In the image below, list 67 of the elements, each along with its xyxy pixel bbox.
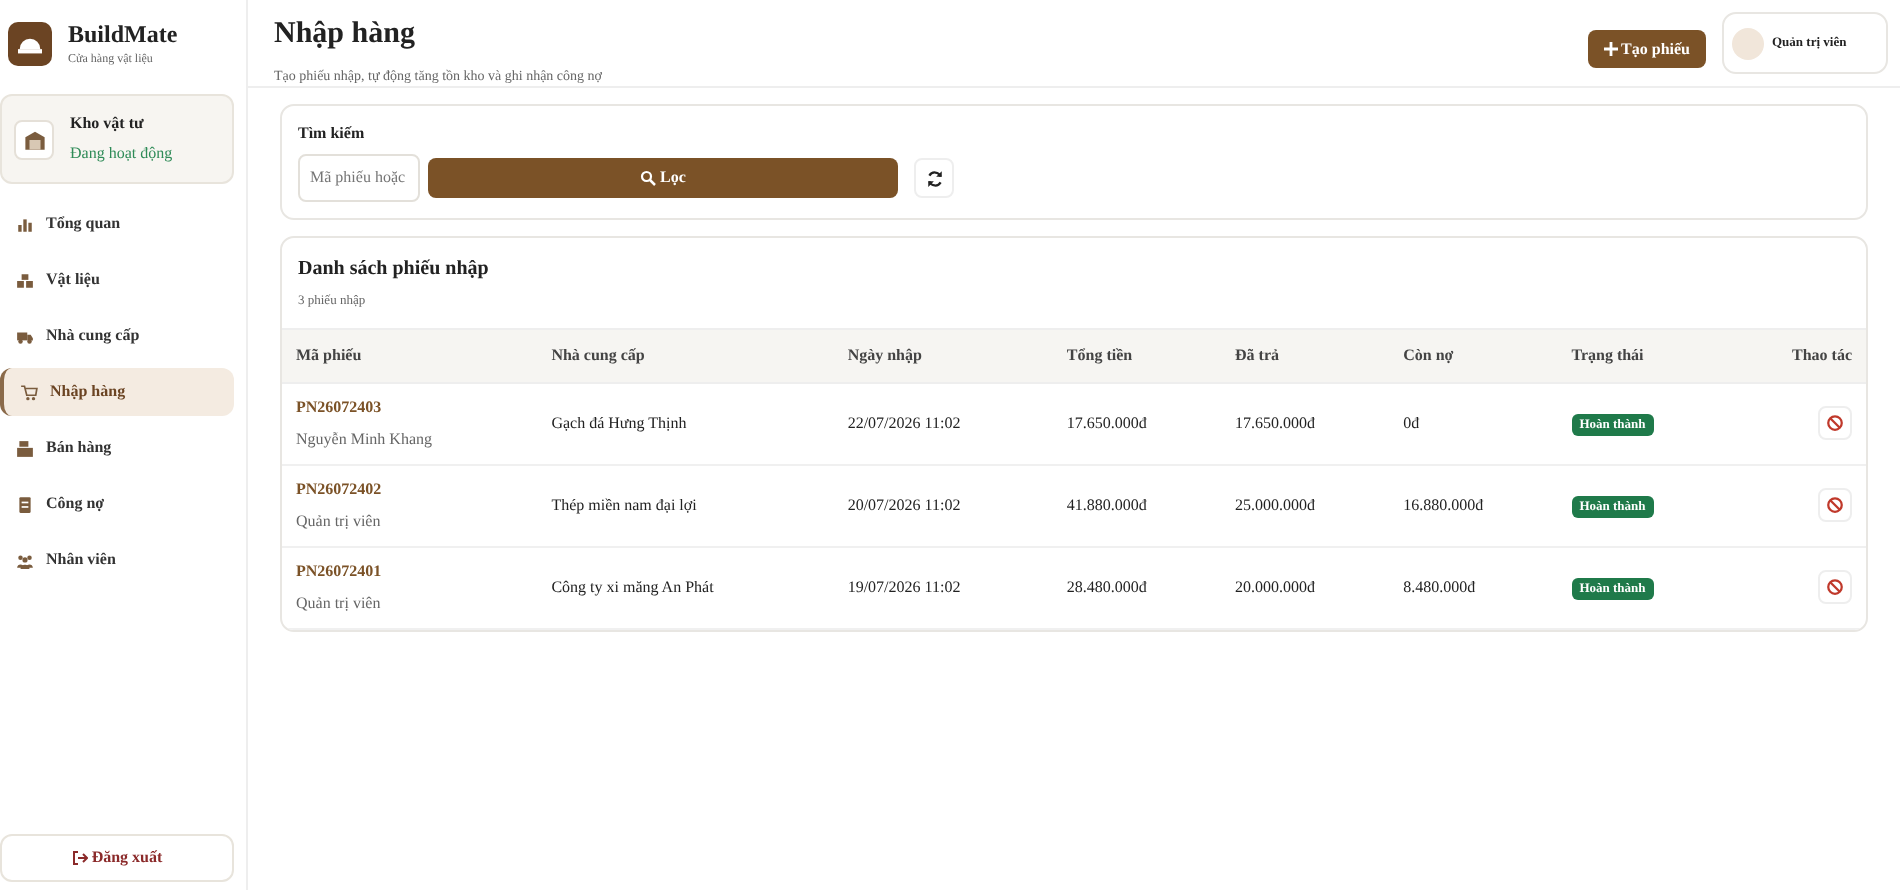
search-field[interactable]: Mã phiếu hoặc <box>298 154 420 202</box>
table-cell: Thép miền nam đại lợi <box>537 464 834 547</box>
cancel-icon <box>1826 414 1844 433</box>
plus-icon <box>1603 42 1618 57</box>
table-cell: 8.480.000đ <box>1389 546 1558 629</box>
column-header: Còn nợ <box>1389 328 1558 383</box>
logout-icon <box>71 850 88 867</box>
table-cell: 0đ <box>1389 382 1558 465</box>
column-header: Nhà cung cấp <box>537 328 834 383</box>
table-cell: 22/07/2026 11:02 <box>833 382 1053 465</box>
table-cell: Công ty xi măng An Phát <box>537 546 834 629</box>
column-header: Mã phiếu <box>282 328 538 383</box>
avatar <box>1732 27 1764 59</box>
cart-icon <box>20 383 38 401</box>
logout-button[interactable]: Đăng xuất <box>0 834 234 882</box>
truck-icon <box>16 327 34 345</box>
table-cell: 20.000.000đ <box>1221 546 1390 629</box>
cancel-button[interactable] <box>1818 570 1852 605</box>
nav-item[interactable]: Nhân viên <box>0 536 234 584</box>
nav-item[interactable]: Công nợ <box>0 480 234 528</box>
column-header: Ngày nhập <box>833 328 1053 383</box>
column-header: Đã trả <box>1221 328 1390 383</box>
brand-name: BuildMate <box>68 18 178 52</box>
search-icon <box>640 170 657 187</box>
filter-button[interactable]: Lọc <box>428 158 898 198</box>
document-icon <box>16 495 34 513</box>
refresh-button[interactable] <box>914 158 954 198</box>
cancel-icon <box>1826 496 1844 515</box>
table-cell: 28.480.000đ <box>1052 546 1222 629</box>
table-cell: 20/07/2026 11:02 <box>833 464 1053 547</box>
receipt-code: PN26072401 <box>296 559 384 584</box>
receipt-code: PN26072402 <box>296 477 384 502</box>
creator-name: Nguyễn Minh Khang <box>296 427 434 452</box>
table-cell: 19/07/2026 11:02 <box>833 546 1053 629</box>
nav-item[interactable]: Tổng quan <box>0 200 234 248</box>
warehouse-icon <box>14 119 54 159</box>
logo-icon <box>8 21 52 65</box>
cancel-button[interactable] <box>1818 488 1852 523</box>
table-cell: 17.650.000đ <box>1221 382 1390 465</box>
page-title: Nhập hàng <box>274 16 417 54</box>
list-title: Danh sách phiếu nhập <box>298 256 491 284</box>
search-label: Tìm kiếm <box>298 122 367 146</box>
receipt-code: PN26072403 <box>296 395 384 420</box>
create-button[interactable]: Tạo phiếu <box>1587 30 1706 68</box>
creator-name: Quản trị viên <box>296 591 383 616</box>
nav-item[interactable]: Bán hàng <box>0 424 234 472</box>
cash-register-icon <box>16 439 34 457</box>
table-cell: 25.000.000đ <box>1221 464 1390 547</box>
table-cell: 16.880.000đ <box>1389 464 1558 547</box>
refresh-icon <box>925 169 943 187</box>
column-header: Thao tác <box>1728 328 1866 383</box>
store-status: Đang hoạt động <box>70 142 173 166</box>
bar-chart-icon <box>16 215 34 233</box>
boxes-icon <box>16 271 34 289</box>
column-header: Trạng thái <box>1557 328 1729 383</box>
nav-item[interactable]: Vật liệu <box>0 256 234 304</box>
cancel-icon <box>1826 578 1844 597</box>
column-header: Tổng tiền <box>1052 328 1222 383</box>
store-name: Kho vật tư <box>70 112 146 136</box>
cancel-button[interactable] <box>1818 406 1852 441</box>
table-cell: Gạch đá Hưng Thịnh <box>537 382 834 465</box>
table-cell: 17.650.000đ <box>1052 382 1222 465</box>
users-icon <box>16 551 34 569</box>
creator-name: Quản trị viên <box>296 509 383 534</box>
table-cell: 41.880.000đ <box>1052 464 1222 547</box>
nav-item[interactable]: Nhà cung cấp <box>0 312 234 360</box>
nav-item[interactable]: Nhập hàng <box>0 368 234 416</box>
